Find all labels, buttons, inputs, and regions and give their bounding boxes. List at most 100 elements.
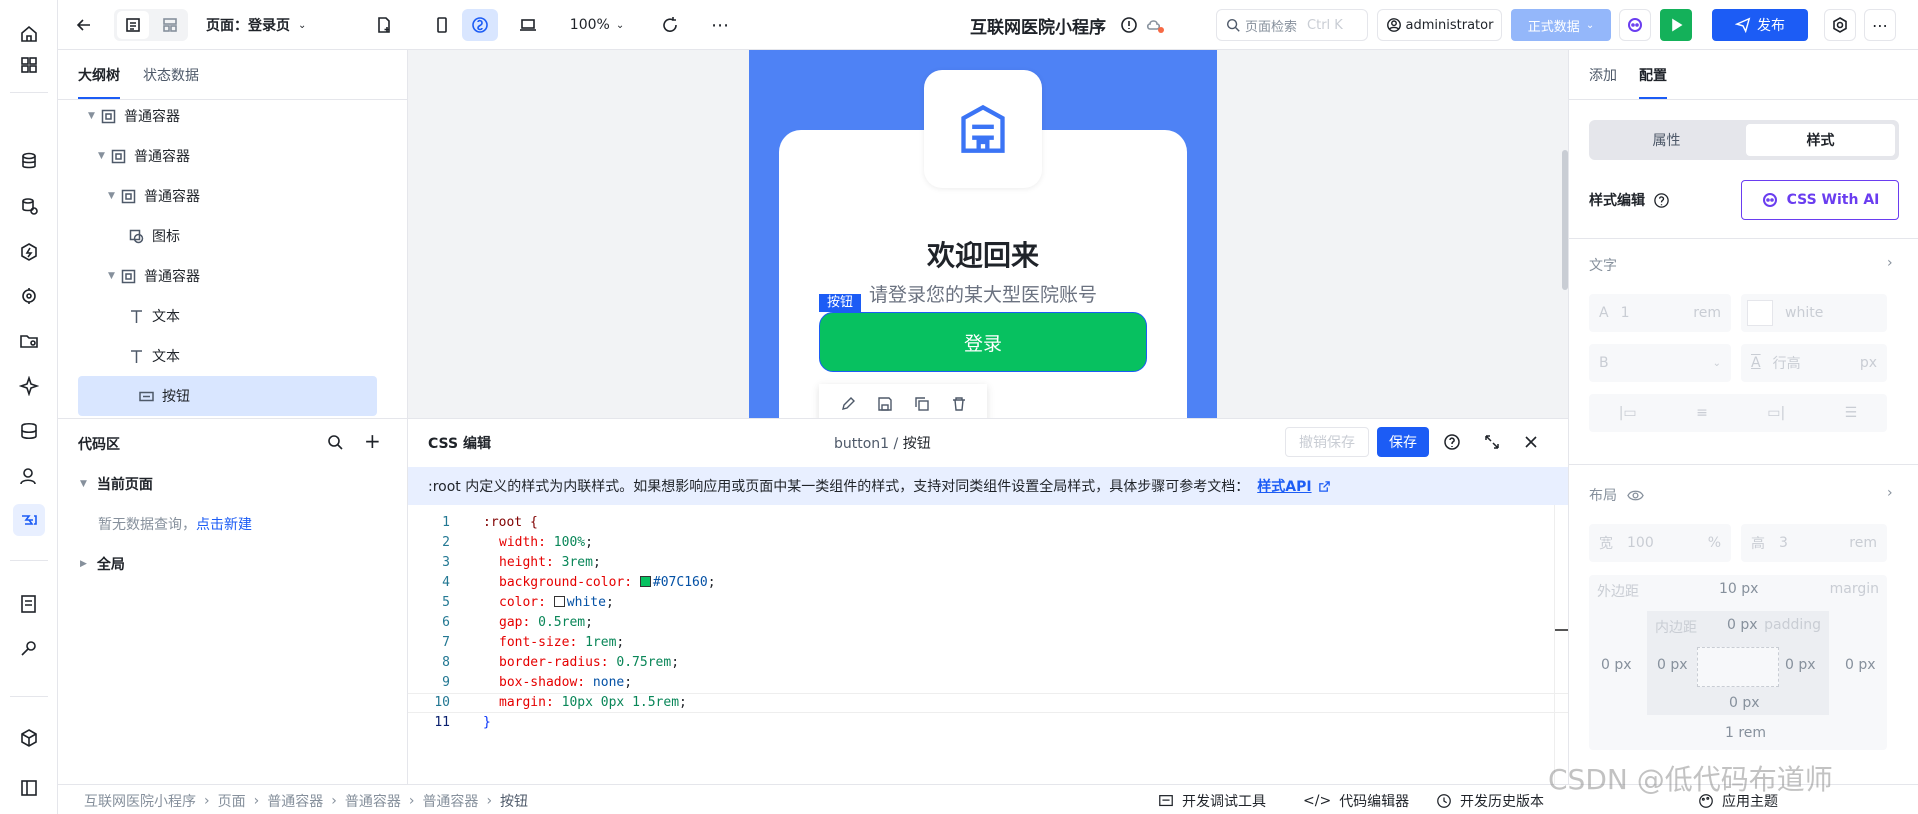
layout-view-icon[interactable]	[155, 11, 185, 39]
padding-left-value[interactable]: 0 px	[1657, 657, 1688, 673]
logic-icon[interactable]	[13, 236, 45, 268]
help-icon[interactable]	[1653, 192, 1670, 209]
search-icon[interactable]	[326, 433, 344, 455]
external-link-icon[interactable]	[1318, 480, 1331, 493]
breadcrumb-item[interactable]: 普通容器	[422, 791, 478, 811]
create-new-link[interactable]: 点击新建	[196, 517, 252, 533]
breadcrumb-item[interactable]: 普通容器	[345, 791, 401, 811]
folder-icon[interactable]	[13, 325, 45, 357]
refresh-icon[interactable]	[654, 9, 686, 41]
breadcrumb-item[interactable]: 普通容器	[267, 791, 323, 811]
report-icon[interactable]	[13, 588, 45, 620]
tree-node-icon[interactable]: 图标	[78, 216, 377, 256]
package-icon[interactable]	[13, 722, 45, 754]
font-weight-select[interactable]: B ⌄	[1589, 344, 1731, 382]
page-view-icon[interactable]	[117, 11, 149, 39]
tree-node-container[interactable]: ▼ 普通容器	[78, 136, 377, 176]
delete-icon[interactable]	[951, 396, 967, 412]
help-icon[interactable]	[1443, 433, 1461, 451]
data-source-icon[interactable]	[13, 190, 45, 222]
mobile-view-icon[interactable]	[424, 9, 460, 41]
caret-down-icon[interactable]: ▼	[98, 151, 110, 161]
add-page-icon[interactable]	[368, 9, 400, 41]
miniprogram-view-icon[interactable]	[462, 9, 498, 41]
padding-top-value[interactable]: 0 px	[1727, 617, 1758, 633]
code-link-icon[interactable]	[13, 504, 45, 536]
ai-sparkle-icon[interactable]	[13, 370, 45, 402]
margin-left-value[interactable]: 0 px	[1601, 657, 1632, 673]
chevron-right-icon[interactable]: ›	[1887, 255, 1893, 271]
caret-down-icon[interactable]: ▼	[108, 191, 120, 201]
padding-bottom-value[interactable]: 0 px	[1729, 695, 1760, 711]
page-selector[interactable]: 页面：登录页 ⌄	[206, 9, 326, 41]
api-icon[interactable]	[13, 280, 45, 312]
publish-button[interactable]: 发布	[1712, 9, 1808, 41]
undo-save-button[interactable]: 撤销保存	[1285, 427, 1369, 457]
right-scrollbar[interactable]	[1910, 150, 1918, 814]
color-swatch-white[interactable]	[553, 596, 565, 607]
eye-icon[interactable]	[1627, 487, 1644, 504]
seg-properties[interactable]: 属性	[1589, 120, 1744, 160]
chevron-right-icon[interactable]: ›	[1887, 485, 1893, 501]
add-icon[interactable]: +	[364, 429, 381, 453]
margin-right-value[interactable]: 0 px	[1845, 657, 1876, 673]
close-icon[interactable]	[1522, 433, 1540, 451]
settings-icon[interactable]	[1824, 9, 1856, 41]
user-button[interactable]: administrator	[1377, 9, 1502, 41]
align-left-icon[interactable]: |▭	[1619, 405, 1637, 421]
user-permission-icon[interactable]	[13, 460, 45, 492]
height-field[interactable]: 高 3 rem	[1741, 524, 1887, 562]
css-with-ai-button[interactable]: CSS With AI	[1741, 180, 1899, 220]
width-field[interactable]: 宽 100%	[1589, 524, 1731, 562]
global-group[interactable]: ▶ 全局	[80, 554, 125, 574]
margin-top-value[interactable]: 10 px	[1719, 581, 1758, 597]
env-select[interactable]: 正式数据 ⌄	[1511, 9, 1611, 41]
desktop-view-icon[interactable]	[510, 9, 546, 41]
tab-add[interactable]: 添加	[1589, 65, 1617, 85]
more-menu-icon[interactable]: ⋯	[1864, 9, 1896, 41]
font-size-field[interactable]: A 1 rem	[1589, 294, 1731, 332]
caret-down-icon[interactable]: ▼	[108, 271, 120, 281]
breadcrumb-item[interactable]: 页面	[218, 791, 246, 811]
align-right-icon[interactable]: ▭|	[1767, 405, 1785, 421]
preview-play-icon[interactable]	[1660, 9, 1692, 41]
apps-icon[interactable]	[13, 49, 45, 81]
layout-section-title[interactable]: 布局	[1589, 485, 1644, 505]
breadcrumb-item[interactable]: 互联网医院小程序	[84, 791, 196, 811]
color-field[interactable]: white	[1741, 294, 1887, 332]
code-editor-button[interactable]: </> 代码编辑器	[1303, 791, 1409, 811]
tree-node-text[interactable]: 文本	[78, 296, 377, 336]
code-editor[interactable]: 1 2 3 4 5 6 7 8 9 10 11 :root { width: 1…	[408, 505, 1568, 730]
save-button[interactable]: 保存	[1377, 427, 1429, 457]
tree-node-container[interactable]: ▼ 普通容器	[78, 256, 377, 296]
tree-node-text[interactable]: 文本	[78, 336, 377, 376]
back-arrow-icon[interactable]	[68, 9, 100, 41]
copy-icon[interactable]	[914, 396, 930, 412]
tree-node-container[interactable]: ▼ 普通容器	[78, 96, 377, 136]
margin-bottom-value[interactable]: 1 rem	[1725, 725, 1766, 741]
dev-tools-button[interactable]: 开发调试工具	[1158, 791, 1266, 811]
tree-node-container[interactable]: ▼ 普通容器	[78, 176, 377, 216]
welcome-title[interactable]: 欢迎回来	[923, 234, 1043, 274]
breadcrumb-item-current[interactable]: 按钮	[500, 791, 528, 811]
tab-outline[interactable]: 大纲树	[78, 65, 120, 99]
line-height-field[interactable]: A 行高 px	[1741, 344, 1887, 382]
tab-config[interactable]: 配置	[1639, 65, 1667, 99]
align-justify-icon[interactable]: ☰	[1845, 405, 1858, 421]
tree-node-button-selected[interactable]: 按钮	[78, 376, 377, 416]
caret-down-icon[interactable]: ▼	[88, 111, 100, 121]
current-page-group[interactable]: ▼ 当前页面	[80, 474, 153, 494]
storage-icon[interactable]	[13, 415, 45, 447]
seg-style[interactable]: 样式	[1746, 124, 1895, 156]
edit-icon[interactable]	[840, 396, 856, 412]
database-icon[interactable]	[13, 145, 45, 177]
style-api-link[interactable]: 样式API	[1257, 476, 1311, 496]
expand-icon[interactable]	[1483, 433, 1501, 451]
padding-right-value[interactable]: 0 px	[1785, 657, 1816, 673]
align-center-icon[interactable]: ≡	[1696, 405, 1708, 421]
plugin-icon[interactable]	[13, 632, 45, 664]
more-icon[interactable]: ⋯	[704, 9, 736, 41]
tab-state-data[interactable]: 状态数据	[143, 65, 199, 85]
login-button[interactable]: 登录	[819, 312, 1147, 372]
exit-icon[interactable]	[13, 772, 45, 804]
